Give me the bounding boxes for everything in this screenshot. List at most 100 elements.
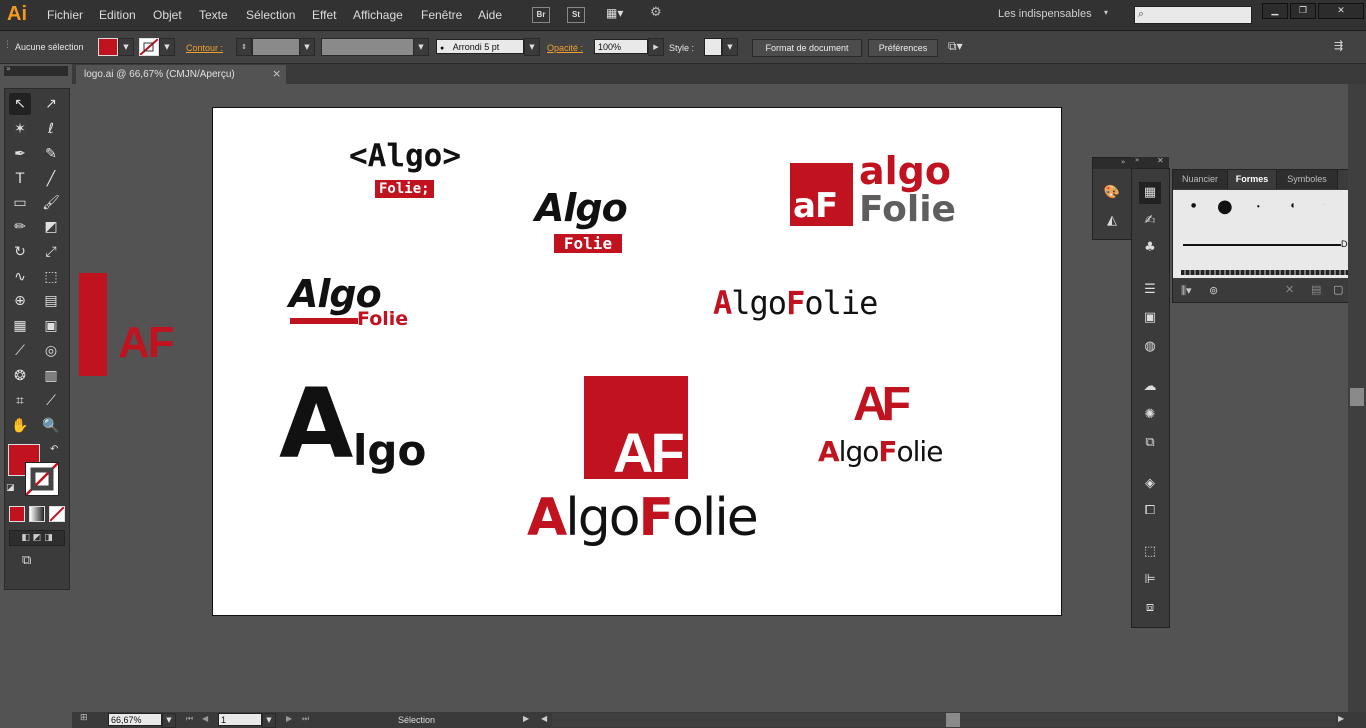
swatches-panel-icon[interactable]: ▦: [1139, 182, 1161, 204]
document-setup-button[interactable]: Format de document: [752, 39, 862, 57]
fill-dropdown-icon[interactable]: ▼: [118, 38, 134, 56]
stroke-panel-icon[interactable]: ☰: [1139, 279, 1161, 301]
logo6-lgo[interactable]: lgo: [353, 428, 426, 474]
artboard[interactable]: <Algo> Folie; Algo Folie aF algo Folie A…: [212, 107, 1062, 616]
logo4-folie[interactable]: Folie: [357, 308, 408, 330]
menu-fenetre[interactable]: Fenêtre: [421, 8, 462, 22]
color-guide-icon[interactable]: 🎨: [1101, 182, 1123, 204]
bridge-button[interactable]: Br: [532, 7, 550, 23]
collapse-dock-icon[interactable]: »: [1135, 156, 1139, 164]
lasso-tool-icon[interactable]: ℓ: [40, 118, 62, 140]
expand-dock-icon[interactable]: »: [1121, 158, 1125, 166]
next-artboard-icon[interactable]: ▶: [286, 714, 292, 723]
stroke-weight-stepper[interactable]: ⇕: [236, 38, 252, 56]
logo1-algo[interactable]: <Algo>: [349, 138, 461, 174]
document-tab[interactable]: logo.ai @ 66,67% (CMJN/Aperçu): [76, 65, 286, 84]
brush-dot-small-icon[interactable]: ●: [1191, 202, 1196, 209]
transform-panel-icon[interactable]: ⬚: [1139, 541, 1161, 563]
layers-panel-icon[interactable]: ◈: [1139, 473, 1161, 495]
vertical-scroll-thumb[interactable]: [1350, 388, 1364, 406]
appearance-panel-icon[interactable]: ✺: [1139, 404, 1161, 426]
workspace-switcher[interactable]: Les indispensables: [998, 8, 1092, 20]
rectangle-tool-icon[interactable]: ▭: [9, 192, 31, 214]
variable-width-arrow-icon[interactable]: ▼: [413, 38, 429, 56]
logo8-mark[interactable]: AF: [853, 380, 911, 430]
brush-definition-field[interactable]: ● Arrondi 5 pt: [436, 39, 524, 54]
stroke-weight-field[interactable]: [252, 38, 300, 56]
logo1-folie[interactable]: Folie;: [375, 180, 434, 198]
logo3-folie[interactable]: Folie: [859, 192, 956, 228]
fill-color-swatch[interactable]: [98, 38, 118, 56]
menu-texte[interactable]: Texte: [199, 8, 228, 22]
brush-stroke-line[interactable]: [1183, 244, 1341, 246]
brush-dropdown-icon[interactable]: ▼: [524, 38, 540, 56]
transparency-panel-icon[interactable]: ◍: [1139, 336, 1161, 358]
artboard-tool-icon[interactable]: ⌗: [9, 390, 31, 412]
tab-formes[interactable]: Formes: [1228, 170, 1277, 189]
pen-tool-icon[interactable]: ✒: [9, 143, 31, 165]
stroke-weight-dropdown-icon[interactable]: ▼: [299, 38, 315, 56]
menu-effet[interactable]: Effet: [312, 8, 336, 22]
color-panel-icon[interactable]: ◭: [1101, 210, 1123, 232]
free-transform-tool-icon[interactable]: ⬚: [40, 266, 62, 288]
contour-label[interactable]: Contour :: [186, 43, 223, 53]
arrange-icon[interactable]: ⧉▾: [948, 39, 976, 55]
mesh-tool-icon[interactable]: ▦: [9, 315, 31, 337]
last-artboard-icon[interactable]: ⏭: [302, 714, 309, 724]
eyedropper-tool-icon[interactable]: ⟋: [9, 340, 31, 362]
opacity-field[interactable]: 100%: [594, 39, 648, 54]
artboard-number-field[interactable]: 1: [218, 713, 262, 726]
symbol-sprayer-tool-icon[interactable]: ❂: [9, 365, 31, 387]
magic-wand-tool-icon[interactable]: ✶: [9, 118, 31, 140]
warp-tool-icon[interactable]: ∿: [9, 266, 31, 288]
collapse-toolbar-icon[interactable]: »: [6, 64, 11, 73]
stock-button[interactable]: St: [567, 7, 585, 23]
brush-dot-large-icon[interactable]: ●: [1217, 196, 1233, 217]
menu-affichage[interactable]: Affichage: [353, 8, 403, 22]
artboard-dropdown-icon[interactable]: ▼: [262, 713, 276, 728]
logo3-mark[interactable]: aF: [790, 163, 853, 226]
panel-menu-icon[interactable]: ⇶: [1334, 39, 1354, 55]
brush-dot-tiny-icon[interactable]: ●: [1257, 204, 1260, 208]
new-brush-icon[interactable]: ▢: [1333, 283, 1343, 296]
curvature-tool-icon[interactable]: ✎: [40, 143, 62, 165]
remove-stroke-icon[interactable]: ✕: [1285, 283, 1294, 296]
tab-nuancier[interactable]: Nuancier: [1173, 170, 1228, 189]
logo2-algo[interactable]: Algo: [535, 186, 628, 230]
shape-builder-tool-icon[interactable]: ⊕: [9, 290, 31, 312]
tab-symboles[interactable]: Symboles: [1277, 170, 1338, 189]
offcanvas-af-text[interactable]: AF: [118, 318, 175, 368]
search-input[interactable]: ⌕: [1134, 6, 1252, 24]
close-dock-icon[interactable]: ✕: [1157, 156, 1164, 165]
brush-dot-angled-icon[interactable]: ◖: [1291, 202, 1294, 209]
hand-tool-icon[interactable]: ✋: [9, 415, 31, 437]
swap-fill-stroke-icon[interactable]: ↶: [50, 444, 58, 455]
logo7-algofolie[interactable]: AlgoFolie: [527, 488, 759, 548]
rotate-tool-icon[interactable]: ↻: [9, 241, 31, 263]
eraser-tool-icon[interactable]: ◩: [40, 216, 62, 238]
scroll-left-icon[interactable]: ◀: [541, 714, 547, 723]
type-tool-icon[interactable]: T: [9, 168, 31, 190]
minimize-button[interactable]: ▁: [1262, 3, 1288, 19]
close-tab-icon[interactable]: ×: [272, 67, 281, 80]
zoom-tool-icon[interactable]: 🔍: [40, 415, 62, 437]
style-dropdown-icon[interactable]: ▼: [722, 38, 738, 56]
brushes-panel-icon[interactable]: ✍: [1139, 210, 1161, 232]
first-artboard-icon[interactable]: ⏮: [186, 714, 193, 724]
libraries-panel-icon[interactable]: ☁: [1139, 376, 1161, 398]
graphic-styles-panel-icon[interactable]: ⧉: [1139, 432, 1161, 454]
horizontal-scrollbar[interactable]: [552, 713, 1336, 727]
gradient-tool-icon[interactable]: ▣: [40, 315, 62, 337]
close-window-button[interactable]: ✕: [1318, 3, 1364, 19]
preferences-button[interactable]: Préférences: [868, 39, 938, 57]
blend-tool-icon[interactable]: ◎: [40, 340, 62, 362]
perspective-grid-tool-icon[interactable]: ▤: [40, 290, 62, 312]
stroke-color-swatch[interactable]: [139, 38, 159, 56]
pencil-tool-icon[interactable]: ✏: [9, 216, 31, 238]
opacity-arrow-icon[interactable]: ▶: [648, 38, 664, 56]
menu-edition[interactable]: Edition: [99, 8, 136, 22]
slice-tool-icon[interactable]: ⟋: [40, 390, 62, 412]
logo3-algo[interactable]: algo: [859, 152, 951, 190]
default-fill-stroke-icon[interactable]: ◪: [6, 483, 15, 493]
screen-mode-icon[interactable]: ⧉: [22, 553, 31, 568]
